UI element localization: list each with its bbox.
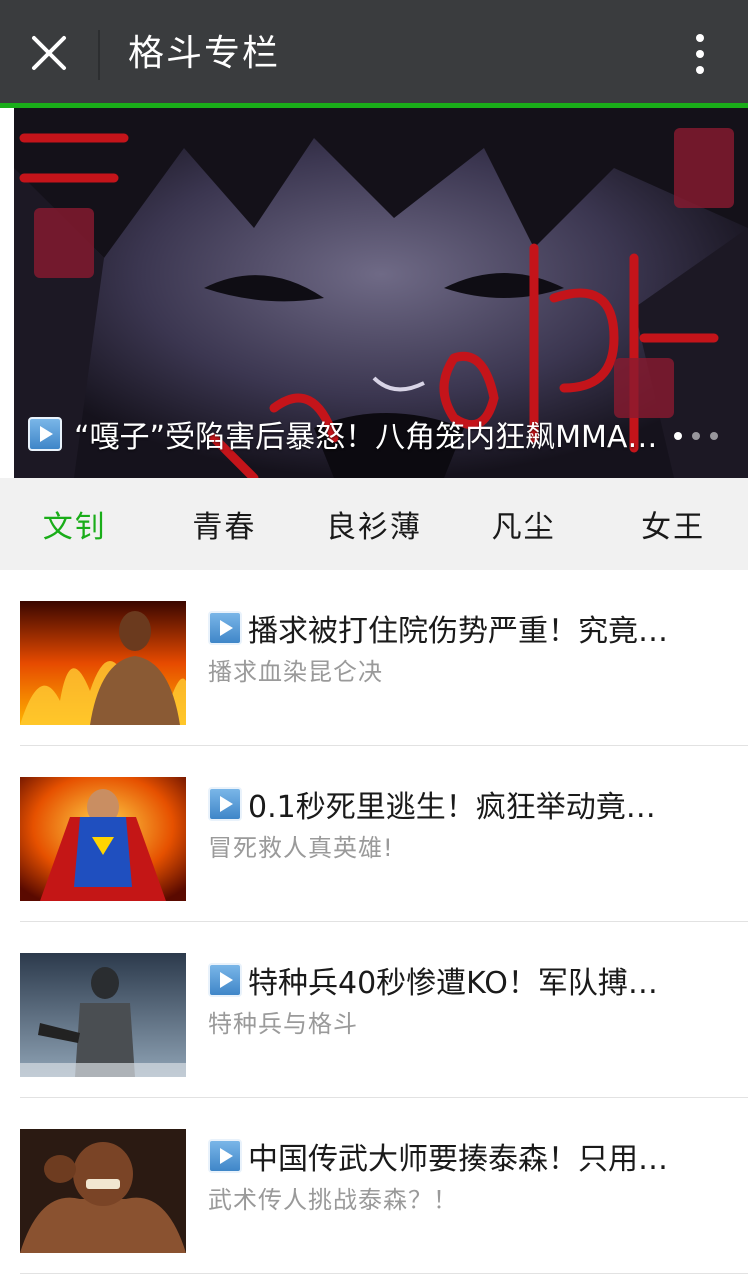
top-bar: 格斗专栏 bbox=[0, 0, 748, 108]
pager-dot[interactable] bbox=[710, 432, 718, 440]
article-subtitle: 特种兵与格斗 bbox=[208, 1010, 358, 1038]
tab-qingchun[interactable]: 青春 bbox=[150, 478, 300, 570]
article-headline: 0.1秒死里逃生！疯狂举动竟… bbox=[208, 782, 718, 826]
close-icon bbox=[32, 36, 66, 70]
article-subtitle: 播求血染昆仑决 bbox=[208, 658, 383, 686]
article-thumbnail bbox=[20, 777, 186, 901]
tab-fanchen[interactable]: 凡尘 bbox=[449, 478, 599, 570]
article-title: 特种兵40秒惨遭KO！军队搏… bbox=[248, 966, 658, 1001]
category-tabs: 文钊 青春 良衫薄 凡尘 女王 bbox=[0, 478, 748, 570]
header-divider bbox=[98, 30, 100, 80]
article-subtitle: 武术传人挑战泰森？！ bbox=[208, 1186, 458, 1214]
article-subtitle: 冒死救人真英雄! bbox=[208, 834, 394, 862]
article-list: 播求被打住院伤势严重！究竟… 播求血染昆仑决 0.1秒死里逃生！疯狂举动竟… 冒… bbox=[0, 570, 748, 1274]
tab-wenzhao[interactable]: 文钊 bbox=[0, 478, 150, 570]
page-title: 格斗专栏 bbox=[128, 33, 281, 74]
list-item[interactable]: 0.1秒死里逃生！疯狂举动竟… 冒死救人真英雄! bbox=[20, 746, 748, 922]
pager-dot[interactable] bbox=[692, 432, 700, 440]
play-icon bbox=[28, 417, 62, 451]
article-title: 播求被打住院伤势严重！究竟… bbox=[248, 614, 668, 649]
banner-caption[interactable]: “嘎子”受陷害后暴怒！八角笼内狂飙MMA… bbox=[28, 412, 738, 456]
play-icon bbox=[208, 1139, 242, 1173]
close-button[interactable] bbox=[14, 18, 84, 88]
list-item[interactable]: 中国传武大师要揍泰森！只用… 武术传人挑战泰森？！ bbox=[20, 1098, 748, 1274]
more-vertical-icon bbox=[696, 34, 704, 42]
play-icon bbox=[208, 963, 242, 997]
article-thumbnail bbox=[20, 601, 186, 725]
tab-nvwang[interactable]: 女王 bbox=[598, 478, 748, 570]
featured-banner[interactable]: “嘎子”受陷害后暴怒！八角笼内狂飙MMA… bbox=[14, 108, 748, 478]
article-title: 0.1秒死里逃生！疯狂举动竟… bbox=[248, 790, 656, 825]
play-icon bbox=[208, 787, 242, 821]
article-title: 中国传武大师要揍泰森！只用… bbox=[248, 1142, 668, 1177]
article-thumbnail bbox=[20, 1129, 186, 1253]
tab-liangshanbao[interactable]: 良衫薄 bbox=[299, 478, 449, 570]
banner-caption-text: “嘎子”受陷害后暴怒！八角笼内狂飙MMA… bbox=[74, 420, 658, 455]
more-button[interactable] bbox=[670, 22, 730, 86]
article-headline: 特种兵40秒惨遭KO！军队搏… bbox=[208, 958, 718, 1002]
list-item[interactable]: 特种兵40秒惨遭KO！军队搏… 特种兵与格斗 bbox=[20, 922, 748, 1098]
article-headline: 中国传武大师要揍泰森！只用… bbox=[208, 1134, 718, 1178]
play-icon bbox=[208, 611, 242, 645]
list-item[interactable]: 播求被打住院伤势严重！究竟… 播求血染昆仑决 bbox=[20, 570, 748, 746]
article-headline: 播求被打住院伤势严重！究竟… bbox=[208, 606, 718, 650]
pager-dot[interactable] bbox=[674, 432, 682, 440]
banner-pager bbox=[674, 432, 718, 440]
article-thumbnail bbox=[20, 953, 186, 1077]
